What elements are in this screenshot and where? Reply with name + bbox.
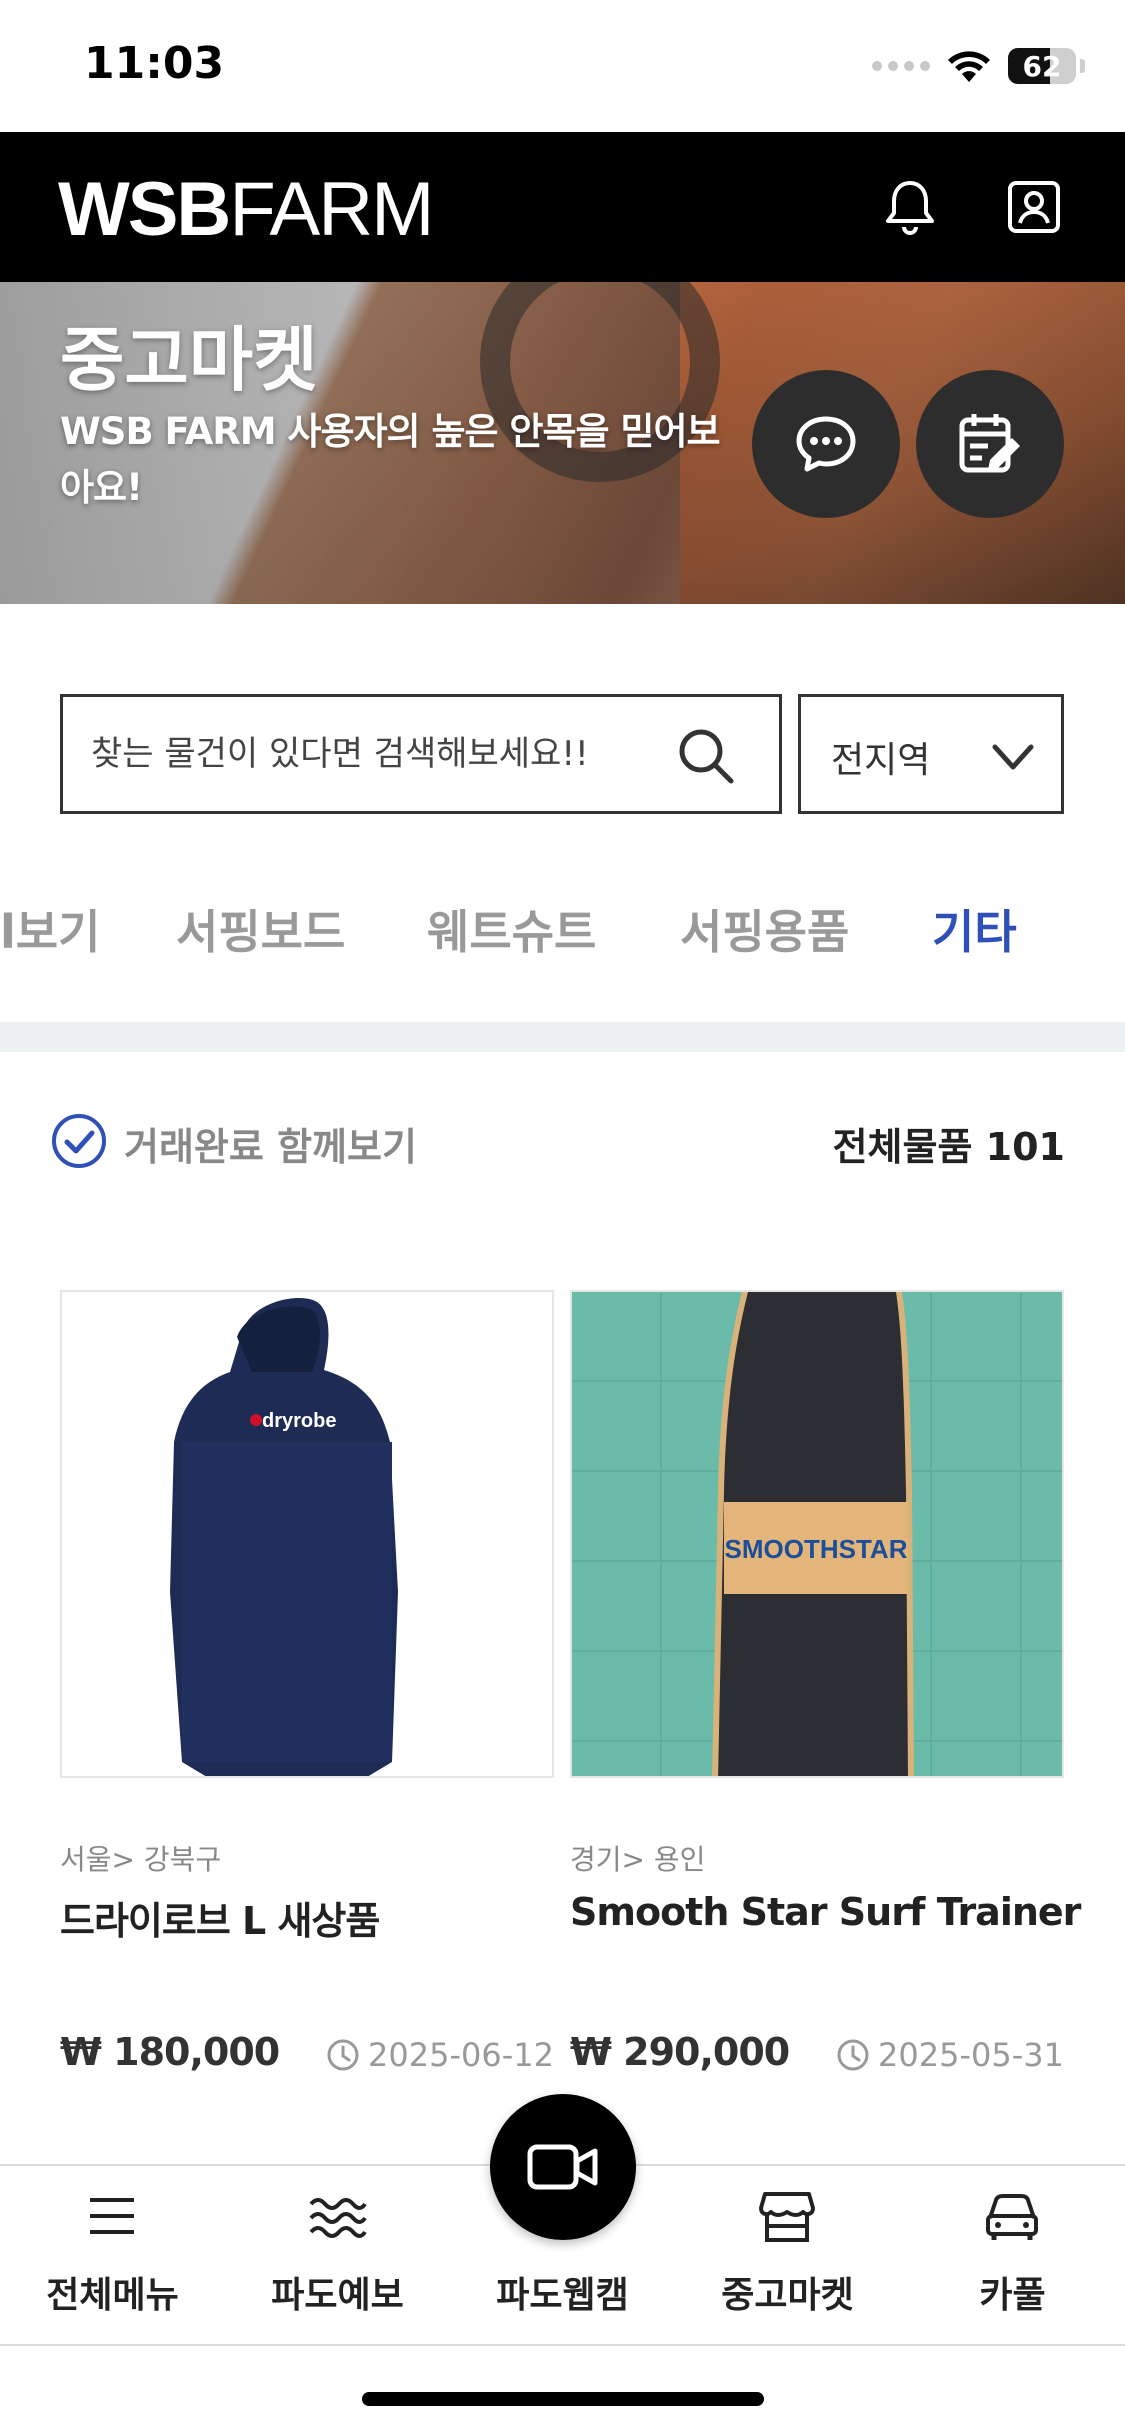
nav-label: 전체메뉴 (46, 2275, 179, 2316)
wave-icon (309, 2198, 367, 2238)
dryrobe-logo: dryrobe (262, 1410, 336, 1432)
chevron-down-icon (992, 744, 1034, 770)
region-select[interactable]: 전지역 (798, 694, 1064, 814)
clock-icon (327, 2039, 359, 2071)
search-box (60, 694, 782, 814)
user-icon[interactable] (1004, 177, 1064, 237)
filter-row: 거래완료 함께보기 전체물품 101 (0, 1100, 1125, 1180)
region-value: 전지역 (831, 740, 931, 781)
nav-all-menu[interactable]: 전체메뉴 (0, 2166, 225, 2346)
webcam-button[interactable] (490, 2094, 636, 2240)
home-indicator[interactable] (362, 2392, 764, 2406)
check-circle-icon[interactable] (50, 1112, 108, 1170)
store-icon (759, 2192, 815, 2242)
chat-bubble-icon (796, 416, 856, 472)
product-region: 서울> 강북구 (60, 1843, 222, 1876)
wsb-farm-logo[interactable]: WSBFARM (58, 172, 434, 248)
tab-wetsuit[interactable]: 웨트슈트 (427, 896, 596, 962)
nav-carpool[interactable]: 카풀 (900, 2166, 1125, 2346)
tab-etc[interactable]: 기타 (932, 896, 1017, 962)
app-header: WSBFARM (0, 132, 1125, 282)
status-indicators: 62 (872, 48, 1085, 84)
cellular-signal-icon (872, 61, 930, 71)
bell-icon[interactable] (880, 177, 940, 237)
page-title: 중고마켓 (60, 319, 318, 401)
product-price: ₩ 180,000 (60, 2030, 280, 2074)
edit-calendar-icon (959, 414, 1020, 473)
category-tabs: l보기 서핑보드 웨트슈트 서핑용품 기타 (0, 888, 1125, 968)
status-time: 11:03 (84, 38, 225, 89)
car-icon (986, 2194, 1038, 2240)
chat-button[interactable] (752, 370, 900, 518)
write-post-button[interactable] (916, 370, 1064, 518)
nav-used-market[interactable]: 중고마켓 (675, 2166, 900, 2346)
battery-icon: 62 (1008, 48, 1076, 84)
video-camera-icon (527, 2144, 598, 2190)
product-image[interactable]: dryrobe (60, 1290, 554, 1778)
clock-icon (837, 2039, 869, 2071)
hero-subtitle: WSB FARM 사용자의 높은 안목을 믿어보아요! (60, 410, 721, 509)
tab-surf-gear[interactable]: 서핑용품 (680, 896, 849, 962)
smoothstar-logo: SMOOTHSTAR (725, 1534, 908, 1564)
product-title[interactable]: 드라이로브 L 새상품 (60, 1890, 380, 1945)
nav-label: 중고마켓 (721, 2275, 854, 2316)
wifi-icon (948, 51, 990, 82)
product-title[interactable]: Smooth Star Surf Trainer (570, 1890, 1081, 1934)
show-completed-toggle[interactable]: 거래완료 함께보기 (124, 1116, 417, 1171)
tab-view-all[interactable]: l보기 (0, 896, 100, 962)
product-date: 2025-06-12 (326, 2036, 554, 2074)
search-input[interactable] (91, 697, 671, 811)
menu-icon (90, 2198, 134, 2234)
product-card[interactable]: SMOOTHSTAR 경기> 용인 Smooth Star Surf Train… (570, 1290, 1081, 2074)
search-icon[interactable] (675, 725, 737, 787)
section-divider (0, 1022, 1125, 1052)
product-region: 경기> 용인 (570, 1843, 706, 1876)
product-price: ₩ 290,000 (570, 2030, 790, 2074)
total-count: 전체물품 101 (832, 1125, 1065, 1169)
product-image[interactable]: SMOOTHSTAR (570, 1290, 1064, 1778)
nav-wave-forecast[interactable]: 파도예보 (225, 2166, 450, 2346)
product-card[interactable]: dryrobe 서울> 강북구 드라이로브 L 새상품 ₩ 180,000 20… (60, 1290, 554, 2074)
battery-level: 62 (1022, 49, 1062, 83)
nav-label: 파도웹캠 (496, 2275, 629, 2316)
nav-label: 카풀 (979, 2275, 1046, 2316)
status-bar: 11:03 62 (0, 0, 1125, 132)
tab-surfboard[interactable]: 서핑보드 (176, 896, 345, 962)
product-date: 2025-05-31 (836, 2036, 1064, 2074)
nav-label: 파도예보 (271, 2275, 404, 2316)
